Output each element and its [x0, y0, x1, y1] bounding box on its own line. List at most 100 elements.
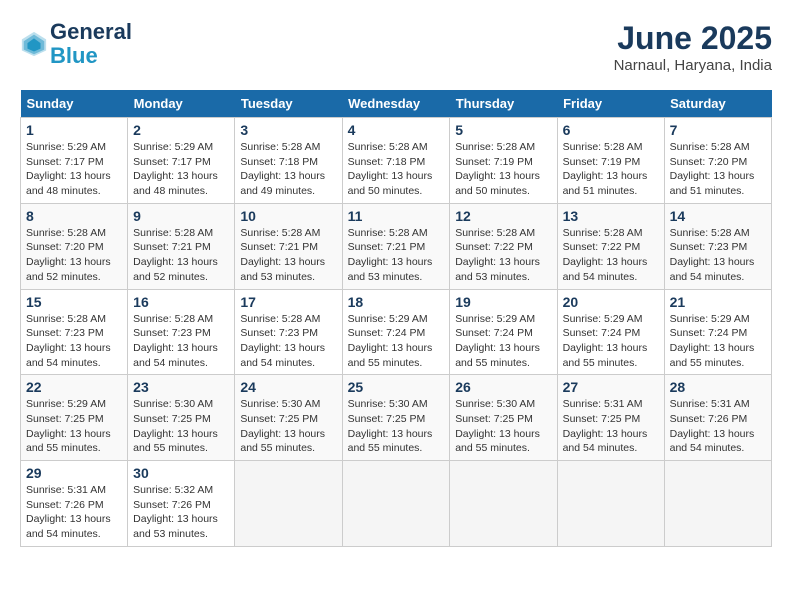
- col-header-monday: Monday: [128, 90, 235, 118]
- day-info: Sunrise: 5:28 AMSunset: 7:22 PMDaylight:…: [563, 226, 659, 285]
- day-number: 7: [670, 122, 766, 138]
- calendar-cell: [557, 461, 664, 547]
- calendar-cell: 26 Sunrise: 5:30 AMSunset: 7:25 PMDayligh…: [450, 375, 557, 461]
- calendar-cell: 17Sunrise: 5:28 AMSunset: 7:23 PMDayligh…: [235, 289, 342, 375]
- day-info: Sunrise: 5:28 AMSunset: 7:22 PMDaylight:…: [455, 226, 551, 285]
- day-info: Sunrise: 5:29 AMSunset: 7:25 PMDaylight:…: [26, 397, 122, 456]
- calendar-cell: 24Sunrise: 5:30 AMSunset: 7:25 PMDayligh…: [235, 375, 342, 461]
- calendar-cell: 18 Sunrise: 5:29 AMSunset: 7:24 PMDayligh…: [342, 289, 450, 375]
- calendar-cell: 29 Sunrise: 5:31 AMSunset: 7:26 PMDayligh…: [21, 461, 128, 547]
- day-number: 6: [563, 122, 659, 138]
- day-number: 14: [670, 208, 766, 224]
- calendar-cell: 11 Sunrise: 5:28 AMSunset: 7:21 PMDayligh…: [342, 203, 450, 289]
- day-number: 19: [455, 294, 551, 310]
- col-header-thursday: Thursday: [450, 90, 557, 118]
- calendar-cell: 21Sunrise: 5:29 AMSunset: 7:24 PMDayligh…: [664, 289, 771, 375]
- day-info: Sunrise: 5:29 AMSunset: 7:24 PMDaylight:…: [563, 312, 659, 371]
- calendar-cell: 4Sunrise: 5:28 AMSunset: 7:18 PMDaylight…: [342, 118, 450, 204]
- day-info: Sunrise: 5:31 AMSunset: 7:26 PMDaylight:…: [26, 483, 122, 542]
- calendar-cell: 3Sunrise: 5:28 AMSunset: 7:18 PMDaylight…: [235, 118, 342, 204]
- calendar-cell: 22 Sunrise: 5:29 AMSunset: 7:25 PMDayligh…: [21, 375, 128, 461]
- day-number: 10: [240, 208, 336, 224]
- calendar-cell: [450, 461, 557, 547]
- day-number: 15: [26, 294, 122, 310]
- day-number: 8: [26, 208, 122, 224]
- calendar-cell: 27Sunrise: 5:31 AMSunset: 7:25 PMDayligh…: [557, 375, 664, 461]
- day-info: Sunrise: 5:28 AMSunset: 7:19 PMDaylight:…: [563, 140, 659, 199]
- day-info: Sunrise: 5:28 AMSunset: 7:23 PMDaylight:…: [133, 312, 229, 371]
- day-info: Sunrise: 5:28 AMSunset: 7:21 PMDaylight:…: [240, 226, 336, 285]
- day-info: Sunrise: 5:29 AMSunset: 7:24 PMDaylight:…: [348, 312, 445, 371]
- day-number: 16: [133, 294, 229, 310]
- day-number: 24: [240, 379, 336, 395]
- day-info: Sunrise: 5:28 AMSunset: 7:23 PMDaylight:…: [26, 312, 122, 371]
- day-number: 9: [133, 208, 229, 224]
- day-info: Sunrise: 5:30 AMSunset: 7:25 PMDaylight:…: [133, 397, 229, 456]
- calendar-cell: 2 Sunrise: 5:29 AMSunset: 7:17 PMDaylight…: [128, 118, 235, 204]
- week-row-2: 8Sunrise: 5:28 AMSunset: 7:20 PMDaylight…: [21, 203, 772, 289]
- day-info: Sunrise: 5:28 AMSunset: 7:21 PMDaylight:…: [348, 226, 445, 285]
- col-header-saturday: Saturday: [664, 90, 771, 118]
- calendar-cell: 23 Sunrise: 5:30 AMSunset: 7:25 PMDayligh…: [128, 375, 235, 461]
- day-number: 23: [133, 379, 229, 395]
- calendar-cell: 5 Sunrise: 5:28 AMSunset: 7:19 PMDaylight…: [450, 118, 557, 204]
- day-number: 25: [348, 379, 445, 395]
- calendar-cell: 25 Sunrise: 5:30 AMSunset: 7:25 PMDayligh…: [342, 375, 450, 461]
- week-row-3: 15 Sunrise: 5:28 AMSunset: 7:23 PMDayligh…: [21, 289, 772, 375]
- calendar-cell: 9 Sunrise: 5:28 AMSunset: 7:21 PMDaylight…: [128, 203, 235, 289]
- day-number: 26: [455, 379, 551, 395]
- day-number: 2: [133, 122, 229, 138]
- calendar-cell: 30 Sunrise: 5:32 AMSunset: 7:26 PMDayligh…: [128, 461, 235, 547]
- day-info: Sunrise: 5:29 AMSunset: 7:17 PMDaylight:…: [133, 140, 229, 199]
- day-number: 12: [455, 208, 551, 224]
- day-info: Sunrise: 5:29 AMSunset: 7:24 PMDaylight:…: [455, 312, 551, 371]
- logo-text: GeneralBlue: [50, 20, 132, 68]
- day-number: 22: [26, 379, 122, 395]
- calendar-cell: 16 Sunrise: 5:28 AMSunset: 7:23 PMDayligh…: [128, 289, 235, 375]
- day-info: Sunrise: 5:29 AMSunset: 7:24 PMDaylight:…: [670, 312, 766, 371]
- calendar-cell: [342, 461, 450, 547]
- day-info: Sunrise: 5:30 AMSunset: 7:25 PMDaylight:…: [455, 397, 551, 456]
- day-info: Sunrise: 5:32 AMSunset: 7:26 PMDaylight:…: [133, 483, 229, 542]
- header-row: SundayMondayTuesdayWednesdayThursdayFrid…: [21, 90, 772, 118]
- day-number: 29: [26, 465, 122, 481]
- day-info: Sunrise: 5:31 AMSunset: 7:26 PMDaylight:…: [670, 397, 766, 456]
- logo-icon: [20, 30, 48, 58]
- calendar-cell: 13 Sunrise: 5:28 AMSunset: 7:22 PMDayligh…: [557, 203, 664, 289]
- page-header: GeneralBlue June 2025 Narnaul, Haryana, …: [20, 20, 772, 74]
- calendar-cell: [235, 461, 342, 547]
- week-row-4: 22 Sunrise: 5:29 AMSunset: 7:25 PMDayligh…: [21, 375, 772, 461]
- day-number: 18: [348, 294, 445, 310]
- day-number: 3: [240, 122, 336, 138]
- calendar-cell: 8Sunrise: 5:28 AMSunset: 7:20 PMDaylight…: [21, 203, 128, 289]
- day-info: Sunrise: 5:28 AMSunset: 7:19 PMDaylight:…: [455, 140, 551, 199]
- day-number: 27: [563, 379, 659, 395]
- day-info: Sunrise: 5:28 AMSunset: 7:20 PMDaylight:…: [670, 140, 766, 199]
- day-number: 30: [133, 465, 229, 481]
- location: Narnaul, Haryana, India: [614, 57, 772, 74]
- calendar-cell: 1 Sunrise: 5:29 AMSunset: 7:17 PMDaylight…: [21, 118, 128, 204]
- col-header-wednesday: Wednesday: [342, 90, 450, 118]
- calendar-cell: 19 Sunrise: 5:29 AMSunset: 7:24 PMDayligh…: [450, 289, 557, 375]
- day-number: 20: [563, 294, 659, 310]
- day-number: 4: [348, 122, 445, 138]
- day-number: 1: [26, 122, 122, 138]
- day-number: 13: [563, 208, 659, 224]
- day-number: 11: [348, 208, 445, 224]
- calendar-cell: [664, 461, 771, 547]
- day-info: Sunrise: 5:29 AMSunset: 7:17 PMDaylight:…: [26, 140, 122, 199]
- week-row-1: 1 Sunrise: 5:29 AMSunset: 7:17 PMDaylight…: [21, 118, 772, 204]
- day-info: Sunrise: 5:28 AMSunset: 7:23 PMDaylight:…: [670, 226, 766, 285]
- calendar-cell: 20 Sunrise: 5:29 AMSunset: 7:24 PMDayligh…: [557, 289, 664, 375]
- calendar-cell: 14 Sunrise: 5:28 AMSunset: 7:23 PMDayligh…: [664, 203, 771, 289]
- logo: GeneralBlue: [20, 20, 132, 68]
- title-block: June 2025 Narnaul, Haryana, India: [614, 20, 772, 74]
- calendar-cell: 7 Sunrise: 5:28 AMSunset: 7:20 PMDaylight…: [664, 118, 771, 204]
- month-title: June 2025: [614, 20, 772, 57]
- day-number: 5: [455, 122, 551, 138]
- day-number: 28: [670, 379, 766, 395]
- calendar-cell: 15 Sunrise: 5:28 AMSunset: 7:23 PMDayligh…: [21, 289, 128, 375]
- day-info: Sunrise: 5:30 AMSunset: 7:25 PMDaylight:…: [348, 397, 445, 456]
- col-header-friday: Friday: [557, 90, 664, 118]
- day-info: Sunrise: 5:28 AMSunset: 7:21 PMDaylight:…: [133, 226, 229, 285]
